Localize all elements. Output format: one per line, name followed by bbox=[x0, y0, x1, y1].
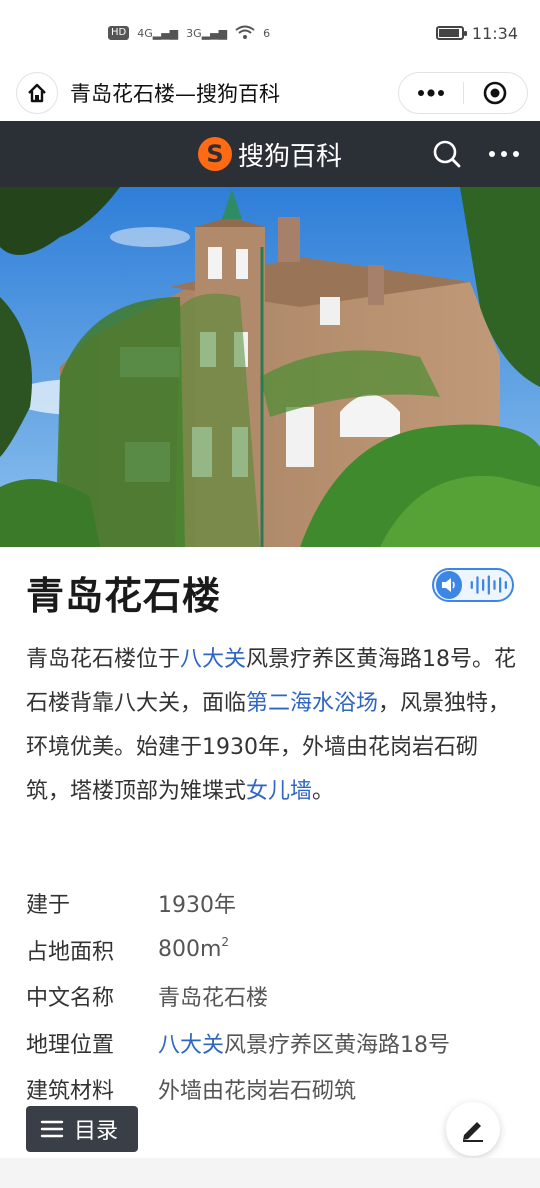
more-dots-icon bbox=[489, 151, 519, 157]
entry-title: 青岛花石楼 bbox=[26, 574, 222, 618]
info-value: 800m2 bbox=[158, 935, 230, 963]
info-row-location: 地理位置 八大关风景疗养区黄海路18号 bbox=[26, 1020, 526, 1067]
info-row-cn-name: 中文名称 青岛花石楼 bbox=[26, 973, 526, 1020]
search-button[interactable] bbox=[432, 139, 462, 173]
list-icon bbox=[40, 1120, 64, 1138]
pencil-icon bbox=[463, 1122, 483, 1142]
header-more-button[interactable] bbox=[488, 139, 520, 173]
page-title: 青岛花石楼—搜狗百科 bbox=[70, 82, 280, 106]
speaker-icon bbox=[436, 571, 463, 599]
audio-play-button[interactable] bbox=[432, 568, 514, 602]
info-label: 地理位置 bbox=[26, 1032, 115, 1058]
link-badaguan[interactable]: 八大关 bbox=[180, 647, 246, 672]
wifi-icon bbox=[235, 25, 255, 42]
clock: 11:34 bbox=[471, 23, 518, 43]
sogou-baike-logo[interactable]: S 搜狗百科 bbox=[197, 136, 342, 173]
info-value: 1930年 bbox=[158, 893, 236, 919]
link-badaguan-location[interactable]: 八大关 bbox=[158, 1033, 224, 1058]
infobox: 建于 1930年 占地面积 800m2 中文名称 青岛花石楼 地理位置 八大关风… bbox=[26, 880, 526, 1113]
info-row-area: 占地面积 800m2 bbox=[26, 927, 526, 974]
target-close-icon bbox=[483, 81, 507, 105]
home-button[interactable] bbox=[16, 72, 58, 114]
more-dots-icon bbox=[417, 89, 444, 97]
sound-wave-icon bbox=[471, 575, 508, 595]
toc-button[interactable]: 目录 bbox=[26, 1106, 138, 1152]
home-icon bbox=[28, 83, 46, 103]
sogou-logo-icon: S bbox=[197, 137, 232, 171]
info-value: 八大关风景疗养区黄海路18号 bbox=[158, 1032, 451, 1058]
search-icon bbox=[433, 140, 461, 168]
info-label: 占地面积 bbox=[26, 939, 115, 965]
info-row-built: 建于 1930年 bbox=[26, 880, 526, 927]
site-header: S 搜狗百科 bbox=[0, 121, 540, 187]
battery-icon bbox=[435, 26, 467, 40]
bottom-bar bbox=[0, 1158, 540, 1188]
entry-summary: 青岛花石楼位于八大关风景疗养区黄海路18号。花石楼背靠八大关，面临第二海水浴场，… bbox=[26, 647, 517, 804]
toc-label: 目录 bbox=[74, 1119, 119, 1144]
link-parapet[interactable]: 女儿墙 bbox=[246, 779, 312, 804]
info-value: 青岛花石楼 bbox=[158, 986, 269, 1012]
hd-badge: HD bbox=[108, 26, 130, 40]
mini-program-titlebar: 青岛花石楼—搜狗百科 bbox=[0, 66, 540, 120]
status-bar: HD 4G▂▄▆ 3G▂▄▆ 6 11:34 bbox=[0, 0, 540, 66]
brand-name: 搜狗百科 bbox=[237, 141, 342, 172]
info-label: 建于 bbox=[26, 893, 71, 919]
edit-button[interactable] bbox=[446, 1102, 500, 1156]
signal-icon-2: 3G▂▄▆ bbox=[186, 26, 228, 40]
info-value: 外墙由花岗岩石砌筑 bbox=[158, 1079, 357, 1105]
capsule-menu bbox=[398, 72, 528, 114]
info-label: 建筑材料 bbox=[26, 1079, 115, 1105]
close-button[interactable] bbox=[464, 73, 528, 113]
info-label: 中文名称 bbox=[26, 986, 115, 1012]
hero-image bbox=[0, 187, 540, 547]
more-button[interactable] bbox=[399, 73, 463, 113]
signal-icon: 4G▂▄▆ bbox=[137, 26, 179, 40]
wifi-channel: 6 bbox=[263, 26, 271, 40]
status-icons: HD 4G▂▄▆ 3G▂▄▆ 6 bbox=[108, 25, 270, 42]
link-second-beach[interactable]: 第二海水浴场 bbox=[246, 691, 378, 716]
